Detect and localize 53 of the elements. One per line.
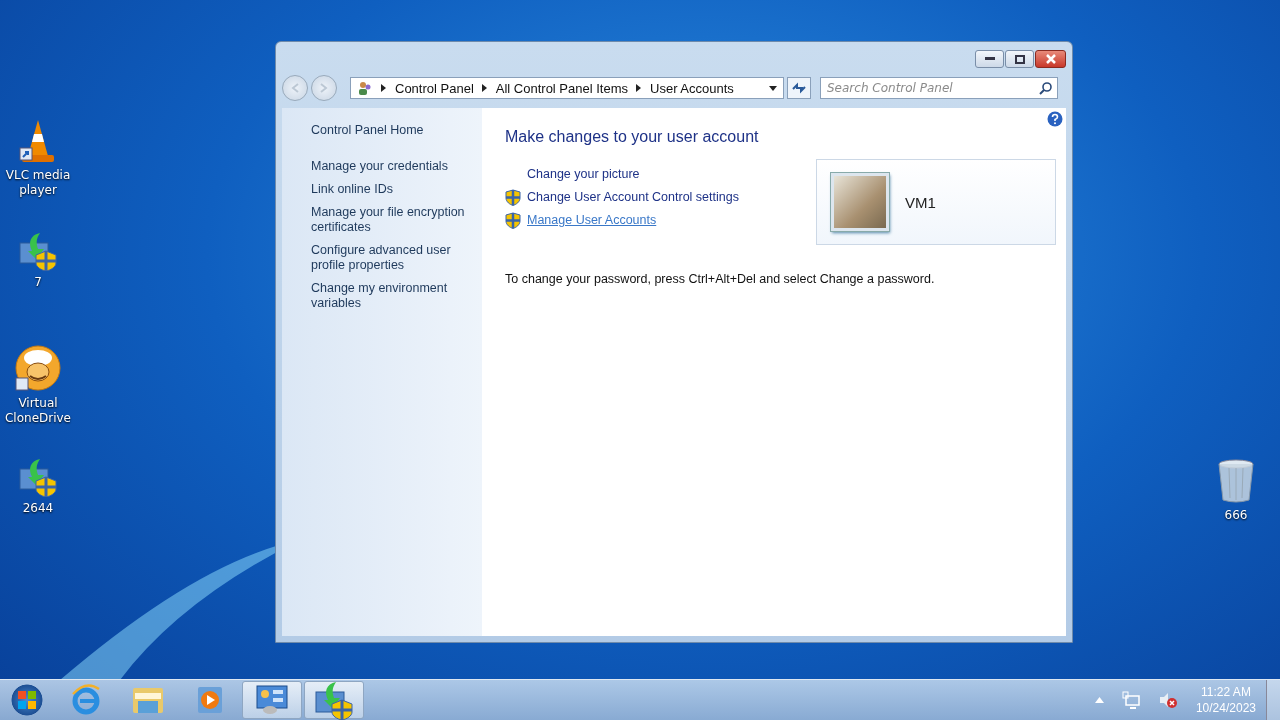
sheep-icon	[14, 344, 62, 392]
maximize-button[interactable]	[1005, 50, 1034, 68]
sidebar-link[interactable]: Link online IDs	[311, 182, 472, 197]
search-icon[interactable]	[1039, 82, 1052, 95]
close-button[interactable]	[1035, 50, 1066, 68]
installer-monitor-icon	[314, 680, 354, 720]
installer-monitor-icon	[18, 231, 58, 271]
sidebar-link[interactable]: Configure advanced user profile properties	[311, 243, 472, 273]
desktop-icon-label[interactable]: 666	[1199, 508, 1273, 523]
dropdown-caret-icon[interactable]	[769, 85, 777, 91]
refresh-button[interactable]	[787, 77, 811, 99]
refresh-icon	[791, 81, 807, 95]
breadcrumb-item[interactable]: User Accounts	[650, 80, 734, 96]
photo-placeholder	[831, 173, 889, 231]
account-name: VM1	[905, 193, 936, 211]
taskbar-button[interactable]	[242, 681, 302, 719]
recycle-bin-icon	[1217, 458, 1255, 504]
password-note: To change your password, press Ctrl+Alt+Del and select Change a password.	[505, 272, 936, 286]
windows-logo-icon	[17, 690, 37, 710]
desktop-icon-label[interactable]: 7	[1, 275, 75, 290]
breadcrumb-arrow-icon[interactable]	[481, 84, 488, 92]
task-link[interactable]: Change User Account Control settings	[527, 190, 739, 204]
taskbar-button[interactable]	[304, 681, 364, 719]
muted-speaker-icon[interactable]	[1157, 691, 1178, 709]
shield-icon	[505, 211, 521, 229]
sidebar-link[interactable]: Manage your credentials	[311, 159, 472, 174]
desktop-icon-label[interactable]: Virtual CloneDrive	[1, 396, 75, 426]
search-field[interactable]: Search Control Panel	[820, 77, 1058, 99]
close-icon	[1045, 54, 1056, 64]
task-link[interactable]: Manage User Accounts	[527, 213, 657, 227]
users-icon	[357, 80, 373, 96]
desktop-icon-label[interactable]: 2644	[1, 501, 75, 516]
control-panel-icon	[256, 685, 288, 715]
maximize-icon	[1014, 54, 1025, 64]
installer-monitor-icon	[18, 457, 58, 497]
media-player-icon	[197, 686, 223, 714]
minimize-icon	[984, 57, 995, 61]
help-icon[interactable]	[1047, 111, 1063, 127]
desktop-icon-label[interactable]: VLC media player	[1, 168, 75, 198]
folder-icon	[132, 685, 164, 715]
sidebar-link[interactable]: Manage your file encryption certificates	[311, 205, 472, 235]
minimize-button[interactable]	[975, 50, 1004, 68]
breadcrumb-item[interactable]: All Control Panel Items	[495, 80, 628, 96]
sidebar-link[interactable]: Control Panel Home	[311, 123, 472, 138]
sidebar-link[interactable]: Change my environment variables	[311, 281, 472, 311]
shield-icon	[505, 188, 521, 206]
breadcrumb-arrow-icon[interactable]	[636, 84, 642, 92]
task-link[interactable]: Change your picture	[527, 167, 640, 181]
breadcrumb-item[interactable]: Control Panel	[395, 80, 474, 96]
browser-e-icon	[70, 684, 102, 716]
page-heading: Make changes to your user account	[505, 128, 759, 146]
address-bar[interactable]: Control Panel All Control Panel Items User Accounts	[350, 77, 784, 99]
breadcrumb-arrow-icon[interactable]	[381, 84, 387, 92]
